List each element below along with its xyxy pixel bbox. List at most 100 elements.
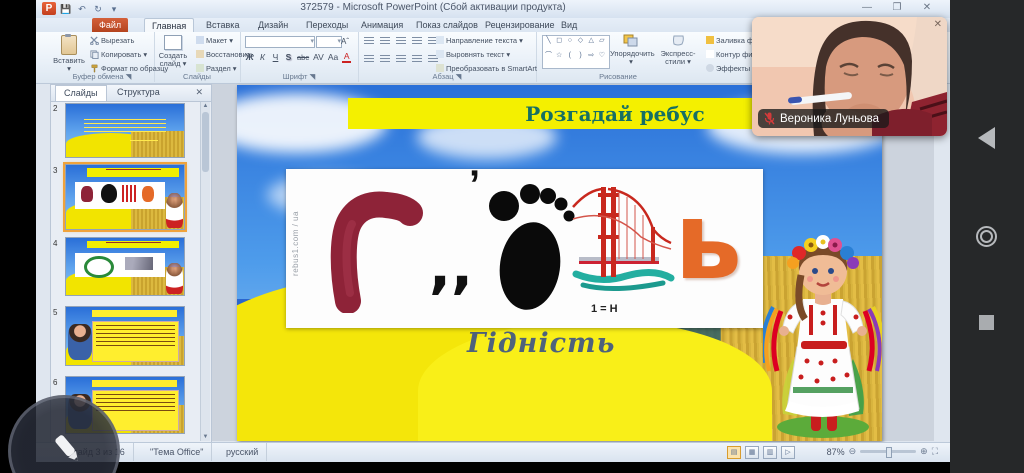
slides-group: Создать слайд ▾ Макет ▾ Восстановить Раз… xyxy=(154,32,241,82)
tab-animation[interactable]: Анимация xyxy=(354,18,410,32)
maximize-button[interactable]: ❐ xyxy=(888,2,906,15)
char-spacing-button[interactable]: AV xyxy=(313,52,324,62)
zoom-controls: 87% ⊖ ⊕ ⛶ xyxy=(827,446,938,457)
tab-outline[interactable]: Структура xyxy=(109,85,168,100)
quick-styles-icon xyxy=(671,34,686,48)
tab-insert[interactable]: Вставка xyxy=(199,18,246,32)
font-size-select[interactable]: ▾ xyxy=(316,36,342,48)
language-indicator[interactable]: русский xyxy=(218,443,267,461)
close-panel-button[interactable]: ✕ xyxy=(187,85,211,100)
scroll-down-icon[interactable]: ▼ xyxy=(201,434,210,440)
pencil-icon xyxy=(47,428,87,468)
paste-button[interactable]: Вставить ▾ xyxy=(52,34,86,72)
minimize-button[interactable]: — xyxy=(858,2,876,15)
window-title: 372579 - Microsoft PowerPoint (Сбой акти… xyxy=(36,2,830,13)
rebus-bridge-icon xyxy=(571,179,676,299)
slide-sorter-button[interactable]: ▦ xyxy=(745,446,759,459)
scissors-icon xyxy=(90,36,99,45)
slide-canvas[interactable]: Розгадай ребус rebus1.com / ua ,, xyxy=(237,85,882,441)
quick-styles-button[interactable]: Экспресс-стили ▾ xyxy=(654,34,702,72)
tab-design[interactable]: Дизайн xyxy=(251,18,295,32)
shapes-gallery[interactable]: ╲◻○ ◇△▱ ⌒☆( )⇨♡ xyxy=(542,35,610,69)
theme-name: "Тема Office" xyxy=(142,443,212,461)
layout-button[interactable]: Макет ▾ xyxy=(196,35,233,45)
slides-panel: Слайды Структура ✕ 2 3 xyxy=(50,84,212,443)
zoom-slider[interactable] xyxy=(860,450,916,453)
tab-transitions[interactable]: Переходы xyxy=(299,18,355,32)
decrease-indent-icon[interactable] xyxy=(396,37,406,45)
scroll-up-icon[interactable]: ▲ xyxy=(201,103,210,109)
arrange-button[interactable]: Упорядочить ▾ xyxy=(610,34,652,72)
participant-name: Вероника Луньова xyxy=(780,113,879,125)
copy-icon xyxy=(90,50,99,59)
zoom-in-icon[interactable]: ⊕ xyxy=(920,446,928,457)
shape-outline-button[interactable]: Контур фи... xyxy=(706,49,759,59)
slide-thumbnail-3-selected[interactable] xyxy=(65,164,185,230)
normal-view-button[interactable]: ▤ xyxy=(727,446,741,459)
paragraph-group: Направление текста ▾ Выровнять текст ▾ П… xyxy=(358,32,537,82)
shape-outline-icon xyxy=(706,50,714,58)
view-switcher: ▤ ▦ ▥ ▷ xyxy=(727,446,795,459)
tab-view[interactable]: Вид xyxy=(554,18,584,32)
copy-button[interactable]: Копировать ▾ xyxy=(90,49,147,59)
italic-button[interactable]: К xyxy=(258,52,267,62)
arrange-icon xyxy=(623,34,639,48)
underline-button[interactable]: Ч xyxy=(271,52,280,62)
slide-thumbnail-5[interactable] xyxy=(65,306,185,366)
font-name-select[interactable]: ▾ xyxy=(245,36,315,48)
align-left-icon[interactable] xyxy=(364,55,374,63)
text-shadow-button[interactable]: S xyxy=(284,52,293,62)
rebus-bridge-hint: 1 = Н xyxy=(591,303,618,315)
android-home-icon[interactable] xyxy=(976,226,997,247)
participant-name-tag: Вероника Луньова xyxy=(758,109,889,128)
android-recents-icon[interactable] xyxy=(979,315,994,330)
ukrainian-girl-clipart xyxy=(763,219,882,441)
rebus-apostrophe: ’ xyxy=(469,165,480,205)
paragraph-group-label: Абзац ◥ xyxy=(358,72,536,81)
fit-to-window-icon[interactable]: ⛶ xyxy=(932,446,938,457)
close-button[interactable]: ✕ xyxy=(918,2,936,15)
justify-icon[interactable] xyxy=(412,55,422,63)
slides-group-label: Слайды xyxy=(154,72,240,81)
zoom-out-icon[interactable]: ⊖ xyxy=(849,446,857,457)
clipboard-group: Вставить ▾ Вырезать Копировать ▾ Формат … xyxy=(50,32,155,82)
thumb-number: 2 xyxy=(53,104,57,113)
font-color-button[interactable]: A xyxy=(342,51,351,63)
tab-file[interactable]: Файл xyxy=(92,18,128,32)
rebus-watermark: rebus1.com / ua xyxy=(291,211,300,276)
align-text-button[interactable]: Выровнять текст ▾ xyxy=(436,49,510,59)
reading-view-button[interactable]: ▥ xyxy=(763,446,777,459)
webcam-close-icon[interactable]: ✕ xyxy=(934,19,942,30)
tab-slides[interactable]: Слайды xyxy=(55,85,107,101)
numbering-icon[interactable] xyxy=(380,37,390,45)
microphone-muted-icon xyxy=(764,112,775,125)
bullets-icon[interactable] xyxy=(364,37,374,45)
grow-font-button[interactable]: Aˆ xyxy=(341,36,349,46)
section-icon xyxy=(196,64,204,72)
tab-slideshow[interactable]: Показ слайдов xyxy=(409,18,485,32)
tab-review[interactable]: Рецензирование xyxy=(478,18,562,32)
rebus-image[interactable]: rebus1.com / ua ,, xyxy=(286,169,763,328)
increase-indent-icon[interactable] xyxy=(412,37,422,45)
cut-button[interactable]: Вырезать xyxy=(90,35,134,45)
new-slide-button[interactable]: Создать слайд ▾ xyxy=(155,34,191,72)
change-case-button[interactable]: Aa xyxy=(328,52,338,62)
text-direction-button[interactable]: Направление текста ▾ xyxy=(436,35,523,45)
rebus-letter-soft-sign: ь xyxy=(674,177,742,307)
webcam-overlay[interactable]: ✕ Вероника Луньова xyxy=(752,17,947,136)
sidebar-scrollbar[interactable]: ▲ ▼ xyxy=(200,102,210,441)
align-right-icon[interactable] xyxy=(396,55,406,63)
window-controls: — ❐ ✕ xyxy=(858,2,936,15)
slideshow-button[interactable]: ▷ xyxy=(781,446,795,459)
tab-home[interactable]: Главная xyxy=(144,18,194,33)
rebus-letter-g xyxy=(314,183,424,313)
slide-thumbnail-4[interactable] xyxy=(65,237,185,296)
bold-button[interactable]: Ж xyxy=(245,52,254,62)
thumb-number: 3 xyxy=(53,166,57,175)
android-back-icon[interactable] xyxy=(978,127,995,149)
align-center-icon[interactable] xyxy=(380,55,390,63)
slide-thumbnail-2[interactable] xyxy=(65,103,185,158)
strikethrough-button[interactable]: abc xyxy=(297,53,309,62)
status-bar: Слайд 3 из 16 "Тема Office" русский ▤ ▦ … xyxy=(36,442,950,462)
thumb-number: 4 xyxy=(53,239,57,248)
